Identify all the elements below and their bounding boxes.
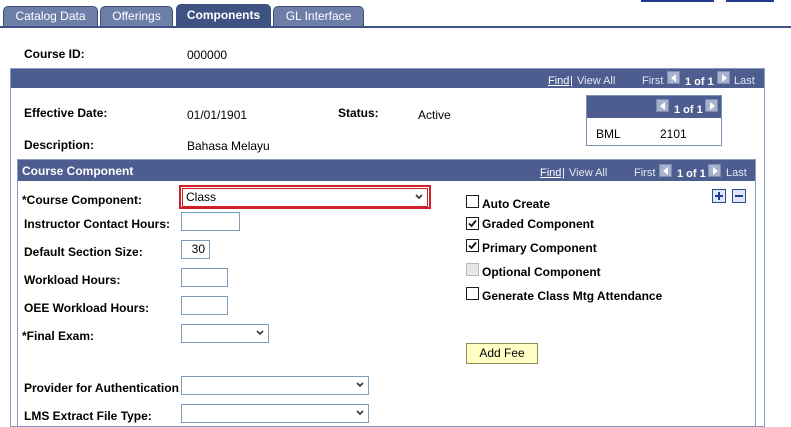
tab-components[interactable]: Components	[176, 4, 271, 27]
component-find-link[interactable]: Find	[540, 167, 561, 179]
status-value: Active	[418, 108, 451, 122]
instructor-contact-hours-label: Instructor Contact Hours:	[24, 217, 171, 231]
description-value: Bahasa Melayu	[187, 139, 270, 153]
generate-class-mtg-attendance-checkbox[interactable]	[466, 287, 479, 300]
auto-create-label: Auto Create	[482, 197, 551, 211]
tab-gl-interface[interactable]: GL Interface	[273, 6, 364, 27]
effective-date-label: Effective Date:	[24, 106, 108, 120]
outer-separator: |	[570, 75, 573, 87]
graded-component-label: Graded Component	[482, 217, 595, 231]
chevron-down-icon	[256, 330, 264, 336]
outer-prev-arrow-icon[interactable]	[667, 71, 680, 84]
optional-component-label: Optional Component	[482, 265, 601, 279]
primary-component-label: Primary Component	[482, 241, 597, 255]
course-component-value: Class	[186, 190, 217, 204]
effective-date-value: 01/01/1901	[187, 108, 248, 122]
course-component-select[interactable]: Class	[182, 188, 428, 207]
instructor-contact-hours-input[interactable]	[181, 212, 240, 231]
component-prev-arrow-icon[interactable]	[659, 164, 672, 177]
workload-hours-label: Workload Hours:	[24, 273, 121, 287]
final-exam-label: *Final Exam:	[22, 329, 95, 343]
top-link-fragment-1	[641, 0, 714, 2]
course-component-label: *Course Component:	[22, 193, 142, 207]
lms-extract-file-type-select[interactable]	[181, 404, 369, 423]
lms-extract-file-type-label: LMS Extract File Type:	[24, 409, 152, 423]
checkmark-icon	[468, 241, 477, 250]
tab-divider	[0, 26, 791, 28]
tab-offerings[interactable]: Offerings	[100, 6, 173, 27]
component-next-arrow-icon[interactable]	[708, 164, 721, 177]
graded-component-checkbox[interactable]	[466, 217, 479, 230]
default-section-size-label: Default Section Size:	[24, 245, 143, 259]
outer-count: 1 of 1	[685, 76, 714, 88]
mini-count: 1 of 1	[674, 104, 703, 116]
generate-class-mtg-attendance-label: Generate Class Mtg Attendance	[482, 289, 663, 303]
provider-for-authentication-label: Provider for Authentication	[24, 381, 179, 395]
description-label: Description:	[24, 138, 95, 152]
course-id-value: 000000	[187, 48, 228, 62]
outer-find-link[interactable]: Find	[548, 75, 569, 87]
plus-icon[interactable]	[712, 189, 726, 203]
chevron-down-icon	[356, 382, 364, 388]
component-last-link[interactable]: Last	[726, 167, 747, 179]
tab-catalog-data[interactable]: Catalog Data	[3, 6, 98, 27]
outer-first-link[interactable]: First	[642, 75, 663, 87]
component-separator: |	[562, 167, 565, 179]
status-label: Status:	[338, 106, 379, 120]
course-component-title: Course Component	[22, 164, 134, 178]
course-id-label: Course ID:	[24, 47, 85, 61]
chevron-down-icon	[415, 194, 423, 200]
outer-next-arrow-icon[interactable]	[717, 71, 730, 84]
outer-view-all-link[interactable]: View All	[577, 75, 615, 87]
component-count: 1 of 1	[677, 168, 706, 180]
outer-last-link[interactable]: Last	[734, 75, 755, 87]
checkmark-icon	[468, 219, 477, 228]
workload-hours-input[interactable]	[181, 268, 228, 287]
mini-next-arrow-icon[interactable]	[705, 99, 718, 112]
chevron-down-icon	[356, 410, 364, 416]
auto-create-checkbox[interactable]	[466, 195, 479, 208]
mini-code: BML	[596, 127, 621, 141]
minus-icon[interactable]	[732, 189, 746, 203]
final-exam-select[interactable]	[181, 324, 269, 343]
optional-component-checkbox	[466, 263, 479, 276]
mini-value: 2101	[660, 127, 687, 141]
primary-component-checkbox[interactable]	[466, 239, 479, 252]
component-first-link[interactable]: First	[634, 167, 655, 179]
mini-prev-arrow-icon[interactable]	[656, 99, 669, 112]
default-section-size-input[interactable]: 30	[181, 240, 210, 259]
oee-workload-hours-label: OEE Workload Hours:	[24, 301, 150, 315]
oee-workload-hours-input[interactable]	[181, 296, 228, 315]
component-view-all-link[interactable]: View All	[569, 167, 607, 179]
add-fee-button[interactable]: Add Fee	[466, 343, 538, 364]
top-link-fragment-2	[726, 0, 774, 2]
provider-for-authentication-select[interactable]	[181, 376, 369, 395]
